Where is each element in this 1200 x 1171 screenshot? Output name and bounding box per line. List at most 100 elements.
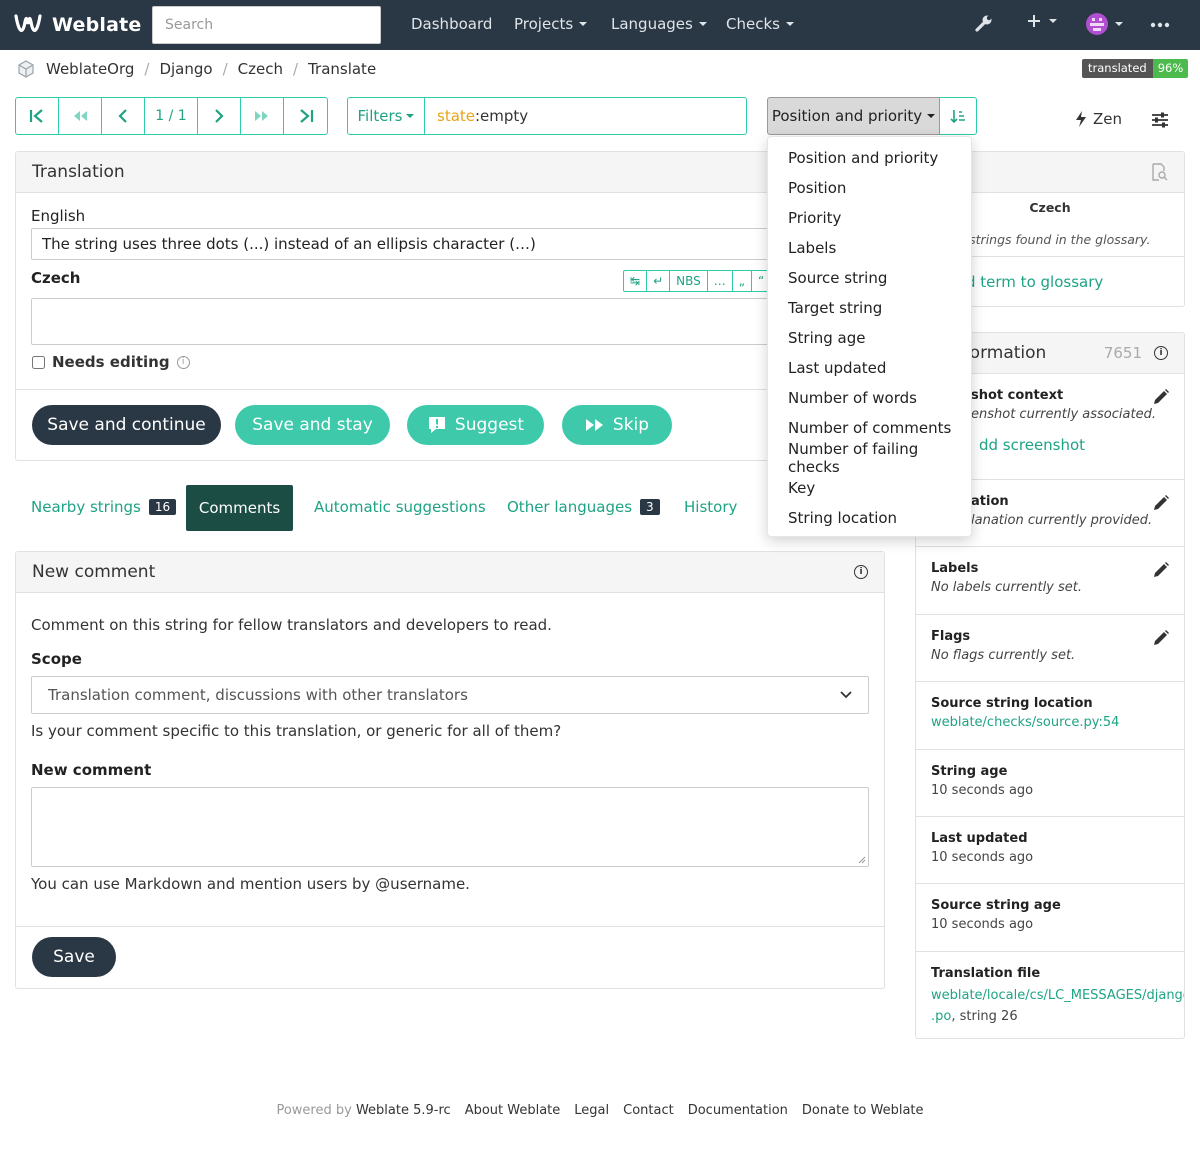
insert-newline-button[interactable]: ↵ (647, 271, 671, 291)
suggest-button[interactable]: Suggest (407, 405, 544, 445)
sort-option-priority[interactable]: Priority (768, 203, 971, 233)
source-string: The string uses three dots (...) instead… (31, 228, 791, 260)
translation-file-value: weblate/locale/cs/LC_MESSAGES/django .po,… (931, 985, 1184, 1027)
save-and-stay-button[interactable]: Save and stay (235, 405, 390, 445)
info-icon[interactable]: i (854, 565, 868, 579)
pencil-icon[interactable] (1152, 561, 1170, 579)
translation-file-link-ext[interactable]: .po (931, 1009, 951, 1024)
scope-select[interactable]: Translation comment, discussions with ot… (31, 676, 869, 714)
flags-value: No flags currently set. (931, 648, 1076, 663)
sort-direction-button[interactable] (940, 97, 977, 135)
save-comment-button[interactable]: Save (32, 937, 116, 977)
needs-editing-checkbox-label[interactable]: Needs editing i (32, 353, 190, 371)
chevron-down-icon (840, 691, 852, 699)
pencil-icon[interactable] (1152, 494, 1170, 512)
nav-dashboard[interactable]: Dashboard (411, 15, 492, 33)
last-updated-row: Last updated 10 seconds ago (916, 816, 1184, 883)
save-and-continue-button[interactable]: Save and continue (32, 405, 221, 445)
translation-file-link[interactable]: weblate/locale/cs/LC_MESSAGES/django (931, 988, 1184, 1003)
sort-option-target-string[interactable]: Target string (768, 293, 971, 323)
sort-option-string-age[interactable]: String age (768, 323, 971, 353)
caret-down-icon (579, 22, 588, 26)
nav-languages[interactable]: Languages (611, 15, 707, 33)
breadcrumb-project[interactable]: WeblateOrg (46, 60, 134, 78)
sort-option-number-of-words[interactable]: Number of words (768, 383, 971, 413)
divider (16, 926, 884, 927)
search-input[interactable] (152, 6, 381, 44)
sort-option-position-and-priority[interactable]: Position and priority (768, 143, 971, 173)
pencil-icon[interactable] (1152, 388, 1170, 406)
source-location-link[interactable]: weblate/checks/source.py:54 (931, 715, 1169, 730)
footer-documentation-link[interactable]: Documentation (688, 1103, 788, 1118)
sort-dropdown-menu: Position and priority Position Priority … (767, 136, 972, 537)
zen-label: Zen (1093, 110, 1123, 128)
sort-dropdown-button[interactable]: Position and priority (767, 97, 940, 135)
powered-by-label: Powered by (276, 1103, 352, 1118)
brand[interactable]: Weblate (14, 12, 141, 38)
tab-other-languages[interactable]: Other languages 3 (507, 498, 660, 516)
weblate-version-link[interactable]: Weblate 5.9-rc (356, 1103, 451, 1118)
sort-label: Position and priority (771, 107, 923, 125)
translation-textarea[interactable] (31, 298, 791, 345)
sort-option-source-string[interactable]: Source string (768, 263, 971, 293)
footer-about-link[interactable]: About Weblate (465, 1103, 561, 1118)
insert-ellipsis-button[interactable]: … (708, 271, 733, 291)
previous-10-button[interactable] (59, 98, 102, 134)
info-icon[interactable]: i (176, 355, 190, 369)
zen-mode-button[interactable]: Zen (1075, 110, 1122, 128)
user-menu[interactable] (1086, 13, 1123, 35)
needs-editing-label: Needs editing (52, 353, 170, 371)
translation-file-suffix: , string 26 (951, 1009, 1018, 1024)
wrench-icon[interactable] (974, 13, 994, 33)
query-value: :empty (475, 107, 529, 125)
sort-option-string-location[interactable]: String location (768, 503, 971, 533)
next-10-button[interactable] (241, 98, 284, 134)
insert-low-quote-button[interactable]: „ (733, 271, 752, 291)
translation-title: Translation (32, 162, 125, 182)
add-term-to-glossary-link[interactable]: d term to glossary (966, 273, 1103, 291)
more-menu-icon[interactable] (1150, 18, 1170, 32)
nav-dashboard-label: Dashboard (411, 15, 493, 33)
sort-option-labels[interactable]: Labels (768, 233, 971, 263)
sort-option-key[interactable]: Key (768, 473, 971, 503)
breadcrumb-component[interactable]: Django (159, 60, 212, 78)
sort-option-last-updated[interactable]: Last updated (768, 353, 971, 383)
breadcrumb-current[interactable]: Translate (308, 60, 376, 78)
translated-badge[interactable]: translated 96% (1082, 59, 1189, 78)
tab-automatic-suggestions[interactable]: Automatic suggestions (314, 498, 486, 516)
footer-legal-link[interactable]: Legal (574, 1103, 609, 1118)
previous-button[interactable] (102, 98, 145, 134)
skip-button[interactable]: Skip (562, 405, 672, 445)
nav-checks[interactable]: Checks (726, 15, 794, 33)
settings-sliders-icon[interactable] (1151, 111, 1169, 129)
pencil-icon[interactable] (1152, 629, 1170, 647)
comment-textarea[interactable] (31, 787, 869, 867)
nav-projects[interactable]: Projects (514, 15, 588, 33)
first-string-button[interactable] (16, 98, 59, 134)
sort-option-number-of-comments[interactable]: Number of comments (768, 413, 971, 443)
tab-history[interactable]: History (684, 498, 737, 516)
needs-editing-checkbox[interactable] (32, 355, 45, 369)
string-age-row: String age 10 seconds ago (916, 749, 1184, 816)
add-menu[interactable] (1026, 13, 1057, 29)
insert-tab-button[interactable]: ↹ (624, 271, 648, 291)
insert-nbsp-button[interactable]: NBS (670, 271, 708, 291)
filters-dropdown-button[interactable]: Filters (348, 98, 425, 134)
filter-query-input[interactable]: state:empty (425, 98, 746, 134)
last-string-button[interactable] (284, 98, 327, 134)
footer-donate-link[interactable]: Donate to Weblate (802, 1103, 924, 1118)
next-button[interactable] (198, 98, 241, 134)
skip-first-icon (29, 109, 43, 123)
tab-nearby-strings[interactable]: Nearby strings 16 (31, 498, 177, 516)
resize-handle-icon[interactable] (858, 856, 866, 864)
info-icon[interactable]: i (1154, 346, 1168, 360)
string-id: 7651 (1103, 344, 1142, 362)
search-document-icon[interactable] (1150, 163, 1168, 181)
footer-contact-link[interactable]: Contact (623, 1103, 674, 1118)
sort-option-number-of-failing-checks[interactable]: Number of failing checks (768, 440, 971, 476)
badge-value: 96% (1152, 59, 1189, 78)
breadcrumb-language[interactable]: Czech (238, 60, 283, 78)
sort-option-position[interactable]: Position (768, 173, 971, 203)
tab-comments[interactable]: Comments (186, 485, 293, 531)
chevron-left-icon (118, 109, 127, 123)
